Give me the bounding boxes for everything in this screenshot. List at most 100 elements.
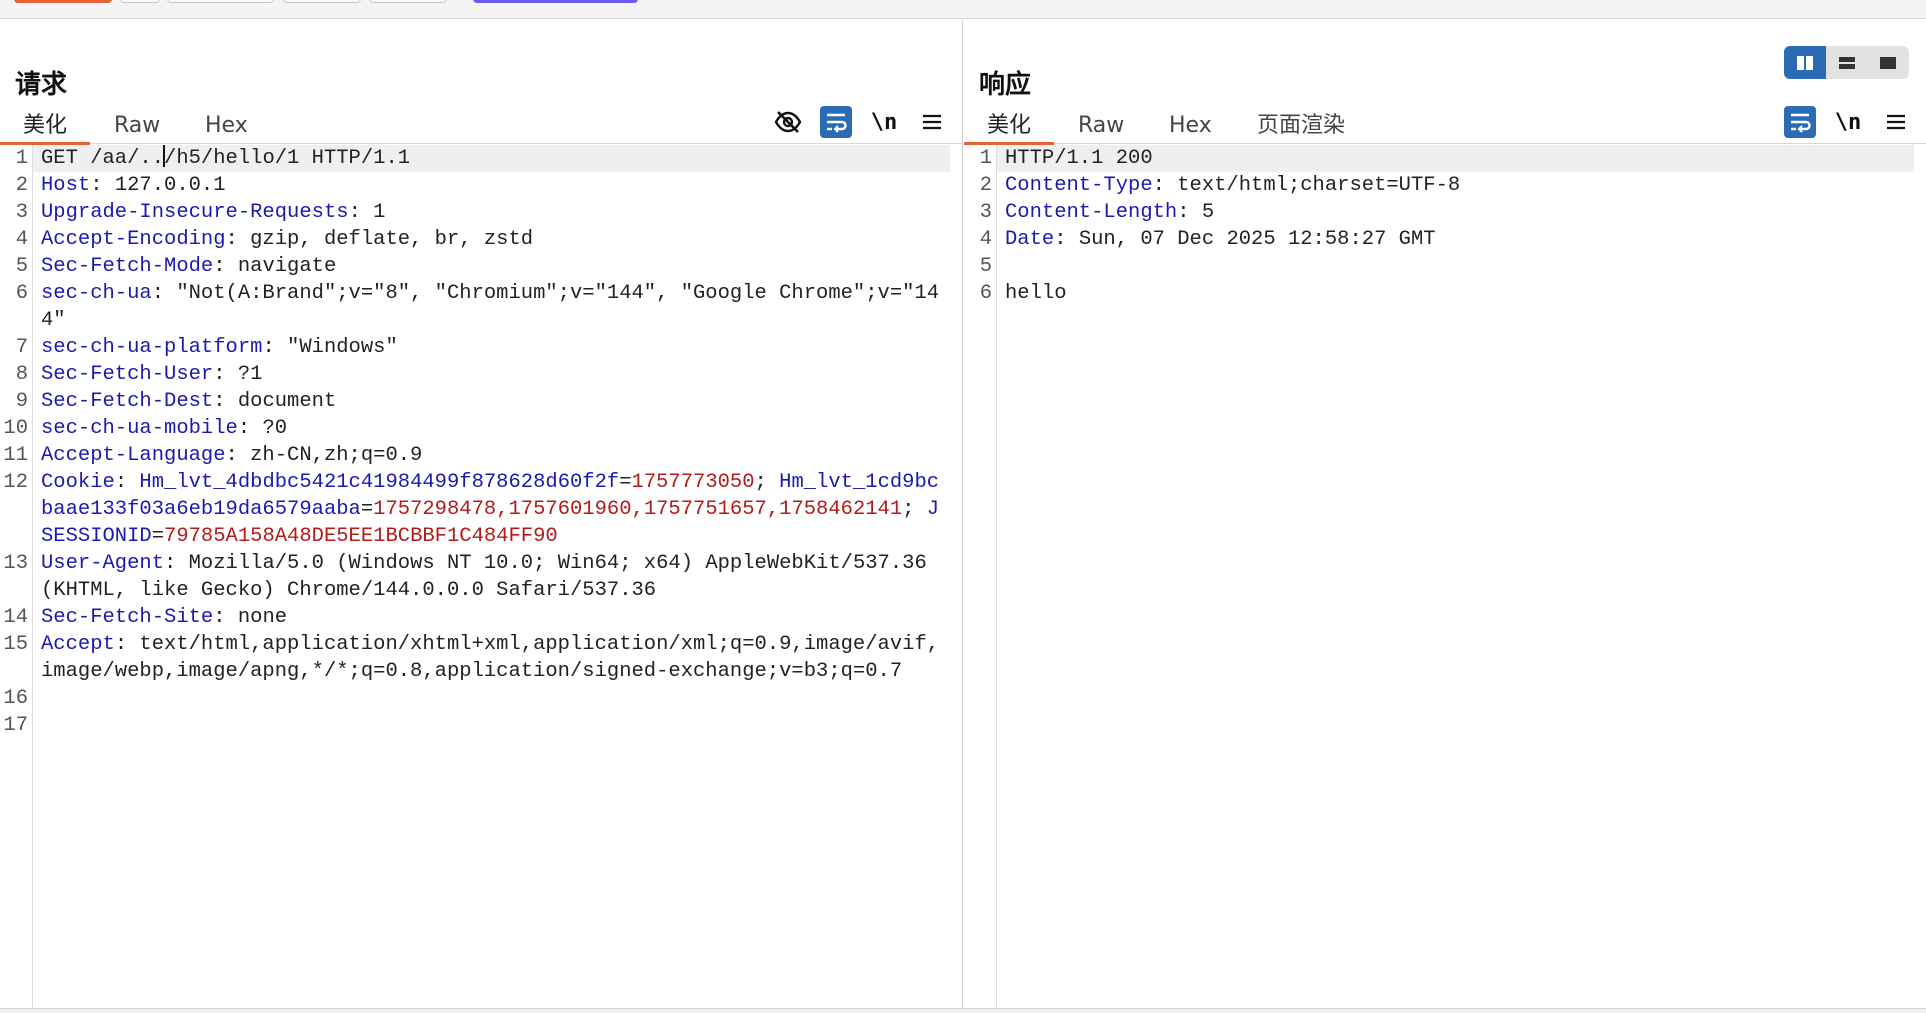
response-tab-pretty[interactable]: 美化 <box>964 108 1055 145</box>
hamburger-menu-icon[interactable] <box>1880 106 1912 138</box>
header-value: : Sun, 07 Dec 2025 12:58:27 GMT <box>1054 228 1436 251</box>
response-tab-hex[interactable]: Hex <box>1146 108 1235 144</box>
back-button[interactable] <box>167 0 274 3</box>
line-number: 4 <box>15 228 28 251</box>
code-line[interactable]: 10 sec-ch-ua-mobile: ?0 <box>0 415 950 442</box>
cancel-button[interactable] <box>120 0 160 3</box>
line-number: 8 <box>15 363 28 386</box>
request-tab-hex[interactable]: Hex <box>182 108 271 144</box>
line-number: 11 <box>3 444 28 467</box>
code-line[interactable]: 5 <box>964 253 1914 280</box>
eye-slash-icon[interactable] <box>772 106 804 138</box>
header-value: : zh-CN,zh;q=0.9 <box>225 444 423 467</box>
header-value: HTTP/1.1 200 <box>1005 147 1153 170</box>
request-lines: 1 GET /aa/../h5/hello/1 HTTP/1.1 2 Host: 12… <box>0 145 950 739</box>
header-value: : gzip, deflate, br, zstd <box>225 228 534 251</box>
line-number: 1 <box>15 147 28 170</box>
header-value: : "Not(A:Brand";v="8", "Chromium";v="144… <box>41 282 940 332</box>
line-content: sec-ch-ua-platform: "Windows" <box>33 334 950 361</box>
response-tab-raw[interactable]: Raw <box>1055 108 1147 144</box>
line-number: 3 <box>979 201 992 224</box>
code-line[interactable]: 1 HTTP/1.1 200 <box>964 145 1914 172</box>
request-tab-raw[interactable]: Raw <box>91 108 183 144</box>
response-editor[interactable]: 1 HTTP/1.1 200 2 Content-Type: text/html;ch… <box>964 145 1926 1013</box>
status-bar <box>0 1008 1926 1013</box>
action-button[interactable] <box>473 0 638 3</box>
nav-next-button[interactable] <box>369 0 447 3</box>
code-line[interactable]: 2 Content-Type: text/html;charset=UTF-8 <box>964 172 1914 199</box>
line-content: Accept-Language: zh-CN,zh;q=0.9 <box>33 442 950 469</box>
code-line[interactable]: 2 Host: 127.0.0.1 <box>0 172 950 199</box>
header-value: hello <box>1005 282 1067 305</box>
line-content: sec-ch-ua: "Not(A:Brand";v="8", "Chromiu… <box>33 280 950 334</box>
code-line[interactable]: 14 Sec-Fetch-Site: none <box>0 604 950 631</box>
line-content: Sec-Fetch-Site: none <box>33 604 950 631</box>
code-line[interactable]: 8 Sec-Fetch-User: ?1 <box>0 361 950 388</box>
header-key: Sec-Fetch-Dest <box>41 390 214 413</box>
header-key: Accept-Encoding <box>41 228 226 251</box>
line-number: 10 <box>3 417 28 440</box>
code-line[interactable]: 7 sec-ch-ua-platform: "Windows" <box>0 334 950 361</box>
request-pane: 请求 美化 Raw Hex \n 1 GET /aa/../h5/hello/1 … <box>0 20 963 1013</box>
line-number: 16 <box>3 687 28 710</box>
line-content <box>33 712 950 739</box>
header-key: Accept-Language <box>41 444 226 467</box>
request-editor[interactable]: 1 GET /aa/../h5/hello/1 HTTP/1.1 2 Host: 12… <box>0 145 962 1013</box>
word-wrap-icon[interactable] <box>1784 106 1816 138</box>
header-key: User-Agent <box>41 552 165 575</box>
code-line[interactable]: 11 Accept-Language: zh-CN,zh;q=0.9 <box>0 442 950 469</box>
hamburger-menu-icon[interactable] <box>916 106 948 138</box>
code-line[interactable]: 12 Cookie: Hm_lvt_4dbdbc5421c41984499f878… <box>0 469 950 550</box>
line-content: Sec-Fetch-Dest: document <box>33 388 950 415</box>
code-line[interactable]: 17 <box>0 712 950 739</box>
header-key: Host <box>41 174 91 197</box>
code-line[interactable]: 6 sec-ch-ua: "Not(A:Brand";v="8", "Chromi… <box>0 280 950 334</box>
code-line[interactable]: 3 Content-Length: 5 <box>964 199 1914 226</box>
newline-toggle[interactable]: \n <box>1832 106 1864 138</box>
code-line[interactable]: 5 Sec-Fetch-Mode: navigate <box>0 253 950 280</box>
line-content: Host: 127.0.0.1 <box>33 172 950 199</box>
line-number: 5 <box>15 255 28 278</box>
code-line[interactable]: 1 GET /aa/../h5/hello/1 HTTP/1.1 <box>0 145 950 172</box>
response-tab-render[interactable]: 页面渲染 <box>1234 108 1368 144</box>
request-tools: \n <box>756 104 948 140</box>
header-key: sec-ch-ua-mobile <box>41 417 238 440</box>
header-value: = <box>619 471 632 494</box>
line-content: Sec-Fetch-User: ?1 <box>33 361 950 388</box>
line-number: 5 <box>979 255 992 278</box>
response-lines: 1 HTTP/1.1 200 2 Content-Type: text/html;ch… <box>964 145 1914 307</box>
code-line[interactable]: 15 Accept: text/html,application/xhtml+xm… <box>0 631 950 685</box>
header-key: Hm_lvt_4dbdbc5421c41984499f878628d60f2f <box>139 471 620 494</box>
send-button[interactable] <box>14 0 112 3</box>
code-line[interactable]: 6 hello <box>964 280 1914 307</box>
single-pane-icon[interactable] <box>1867 46 1909 79</box>
code-line[interactable]: 9 Sec-Fetch-Dest: document <box>0 388 950 415</box>
request-tab-pretty[interactable]: 美化 <box>0 108 91 145</box>
header-key: Sec-Fetch-User <box>41 363 214 386</box>
newline-toggle[interactable]: \n <box>868 106 900 138</box>
header-key: Content-Type <box>1005 174 1153 197</box>
split-horizontal-icon[interactable] <box>1826 46 1868 79</box>
line-content: Sec-Fetch-Mode: navigate <box>33 253 950 280</box>
header-value: : navigate <box>213 255 337 278</box>
header-key: Sec-Fetch-Site <box>41 606 214 629</box>
header-key: Cookie <box>41 471 115 494</box>
line-number: 13 <box>3 552 28 575</box>
split-vertical-icon[interactable] <box>1784 46 1826 79</box>
code-line[interactable]: 4 Accept-Encoding: gzip, deflate, br, zst… <box>0 226 950 253</box>
code-line[interactable]: 13 User-Agent: Mozilla/5.0 (Windows NT 10… <box>0 550 950 604</box>
code-line[interactable]: 4 Date: Sun, 07 Dec 2025 12:58:27 GMT <box>964 226 1914 253</box>
nav-prev-button[interactable] <box>283 0 361 3</box>
line-content: User-Agent: Mozilla/5.0 (Windows NT 10.0… <box>33 550 950 604</box>
line-content: Content-Length: 5 <box>997 199 1914 226</box>
line-number: 14 <box>3 606 28 629</box>
line-number: 1 <box>979 147 992 170</box>
word-wrap-icon[interactable] <box>820 106 852 138</box>
line-content: Cookie: Hm_lvt_4dbdbc5421c41984499f87862… <box>33 469 950 550</box>
code-line[interactable]: 16 <box>0 685 950 712</box>
line-number: 7 <box>15 336 28 359</box>
header-value: : text/html;charset=UTF-8 <box>1152 174 1461 197</box>
line-number: 9 <box>15 390 28 413</box>
header-value: GET /aa/.. <box>41 147 165 170</box>
code-line[interactable]: 3 Upgrade-Insecure-Requests: 1 <box>0 199 950 226</box>
